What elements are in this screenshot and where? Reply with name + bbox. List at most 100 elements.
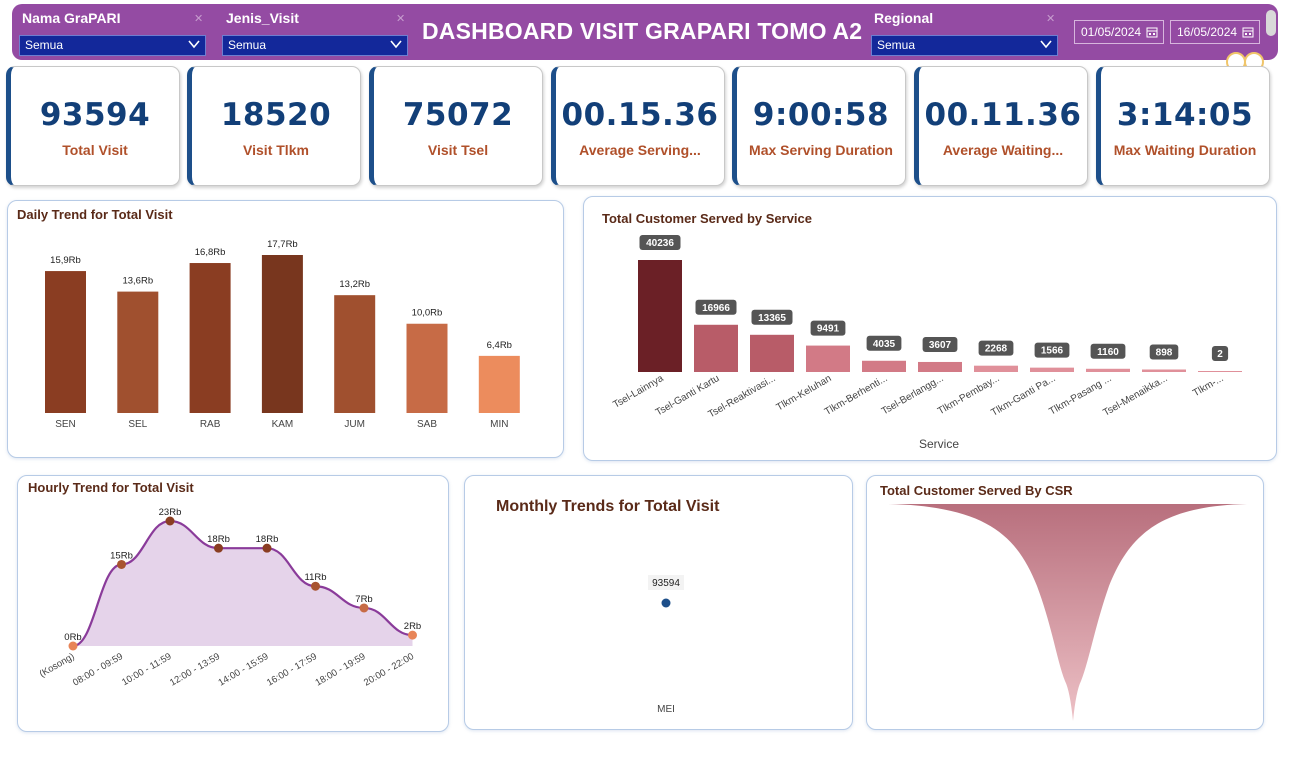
daily-bar [261, 255, 303, 413]
service-bar [806, 345, 850, 372]
data-label: 0Rb [64, 632, 81, 643]
data-label: 15,9Rb [50, 255, 81, 266]
kpi-label: Max Serving Duration [749, 142, 893, 158]
data-label: 2 [1217, 349, 1223, 360]
data-label: 93594 [652, 578, 680, 589]
data-label: 23Rb [159, 507, 182, 518]
x-tick-label: 14:00 - 15:59 [217, 651, 271, 689]
clear-filter-icon[interactable]: ✕ [194, 12, 203, 25]
kpi-card-visit-tsel: 75072 Visit Tsel [369, 66, 543, 186]
daily-bar [334, 295, 376, 413]
data-label: 16,8Rb [195, 247, 226, 258]
service-bar [1030, 367, 1074, 372]
x-tick-label: Tlkm-... [1191, 373, 1225, 399]
kpi-label: Average Waiting... [942, 142, 1064, 158]
hourly-trend-chart: 0Rb (Kosong) 15Rb 08:00 - 09:59 23Rb 10:00 - … [38, 507, 422, 689]
kpi-card-total-visit: 93594 Total Visit [6, 66, 180, 186]
data-label: 18Rb [256, 534, 279, 545]
x-tick-label: SEN [55, 419, 76, 430]
panel-daily-trend: Daily Trend for Total Visit 15,9Rb SEN 13,… [7, 200, 564, 458]
data-label: 6,4Rb [487, 340, 512, 351]
dropdown-jenis-visit[interactable]: Semua [222, 35, 408, 56]
dropdown-nama-grapari[interactable]: Semua [19, 35, 206, 56]
kpi-value: 18520 [220, 97, 332, 133]
date-end-value: 16/05/2024 [1177, 25, 1238, 39]
kpi-label: Visit Tsel [427, 142, 489, 158]
calendar-icon [1242, 27, 1254, 38]
dropdown-value: Semua [877, 38, 916, 52]
clear-filter-icon[interactable]: ✕ [396, 12, 405, 25]
chevron-down-icon [188, 40, 200, 49]
dropdown-value: Semua [228, 38, 267, 52]
service-bar [638, 260, 682, 372]
kpi-card-average-waiting: 00.11.36 Average Waiting... [914, 66, 1088, 186]
kpi-value: 00.15.36 [561, 97, 719, 133]
kpi-label: Max Waiting Duration [1113, 142, 1257, 158]
data-label: 3607 [929, 340, 952, 351]
x-tick-label: MEI [657, 704, 675, 715]
data-label: 15Rb [110, 550, 133, 561]
kpi-value: 3:14:05 [1116, 97, 1254, 133]
filter-label-jenis-visit: Jenis_Visit [226, 10, 299, 26]
date-end-input[interactable]: 16/05/2024 [1170, 20, 1260, 44]
data-label: 7Rb [355, 594, 372, 605]
chevron-down-icon [1040, 40, 1052, 49]
clear-filter-icon[interactable]: ✕ [1046, 12, 1055, 25]
service-bar [694, 324, 738, 372]
x-tick-label: Tsel-Lainnya [611, 373, 666, 411]
kpi-card-visit-tlkm: 18520 Visit Tlkm [187, 66, 361, 186]
daily-bar [406, 323, 448, 413]
x-tick-label: MIN [490, 419, 508, 430]
data-label: 13,6Rb [122, 276, 153, 287]
service-bar [1198, 371, 1242, 372]
x-tick-label: (Kosong) [38, 651, 77, 680]
kpi-card-max-waiting: 3:14:05 Max Waiting Duration [1096, 66, 1270, 186]
daily-bar [189, 263, 231, 413]
kpi-value: 00.11.36 [924, 97, 1082, 133]
x-tick-label: JUM [344, 419, 365, 430]
service-bar [862, 360, 906, 372]
service-bar [1142, 369, 1186, 372]
kpi-label: Average Serving... [579, 142, 701, 158]
kpi-value: 9:00:58 [752, 97, 890, 133]
monthly-point [661, 598, 671, 608]
x-tick-label: RAB [200, 419, 221, 430]
monthly-trend-chart: 93594 MEI [648, 575, 684, 715]
csr-distribution-area [887, 504, 1247, 721]
data-label: 18Rb [207, 534, 230, 545]
chevron-down-icon [390, 40, 402, 49]
kpi-label: Visit Tlkm [243, 142, 309, 158]
x-axis-label: Service [919, 437, 960, 451]
panel-csr: Total Customer Served By CSR [866, 475, 1264, 730]
panel-monthly-trend: Monthly Trends for Total Visit 93594 MEI [464, 475, 853, 730]
daily-trend-chart: 15,9Rb SEN 13,6Rb SEL 16,8Rb RAB 17,7Rb KAM 13,2… [45, 239, 520, 430]
date-start-input[interactable]: 01/05/2024 [1074, 20, 1164, 44]
x-tick-label: 20:00 - 22:00 [362, 651, 416, 689]
data-label: 13,2Rb [339, 279, 370, 290]
filter-label-regional: Regional [874, 10, 934, 26]
data-label: 2Rb [404, 621, 421, 632]
data-label: 10,0Rb [412, 308, 443, 319]
x-tick-label: 10:00 - 11:59 [120, 651, 173, 688]
service-chart: 40236Tsel-Lainnya16966Tsel-Ganti Kartu13… [611, 235, 1242, 420]
filter-label-nama-grapari: Nama GraPARI [22, 10, 121, 26]
scrollbar-thumb[interactable] [1266, 10, 1276, 36]
service-bar [750, 334, 794, 372]
kpi-card-average-serving: 00.15.36 Average Serving... [551, 66, 725, 186]
x-tick-label: 18:00 - 19:59 [314, 651, 368, 689]
csr-distribution-chart [887, 504, 1247, 721]
dashboard-title: DASHBOARD VISIT GRAPARI TOMO A2 [422, 18, 863, 44]
data-label: 40236 [646, 238, 674, 249]
data-label: 4035 [873, 339, 896, 350]
dropdown-regional[interactable]: Semua [871, 35, 1058, 56]
daily-bar [478, 355, 520, 413]
data-label: 898 [1156, 348, 1173, 359]
data-label: 17,7Rb [267, 239, 298, 250]
kpi-value: 93594 [39, 97, 151, 133]
x-tick-label: SEL [128, 419, 147, 430]
x-tick-label: 08:00 - 09:59 [71, 651, 125, 689]
dropdown-value: Semua [25, 38, 64, 52]
data-label: 11Rb [304, 572, 326, 583]
kpi-card-max-serving: 9:00:58 Max Serving Duration [732, 66, 906, 186]
calendar-icon [1146, 27, 1158, 38]
